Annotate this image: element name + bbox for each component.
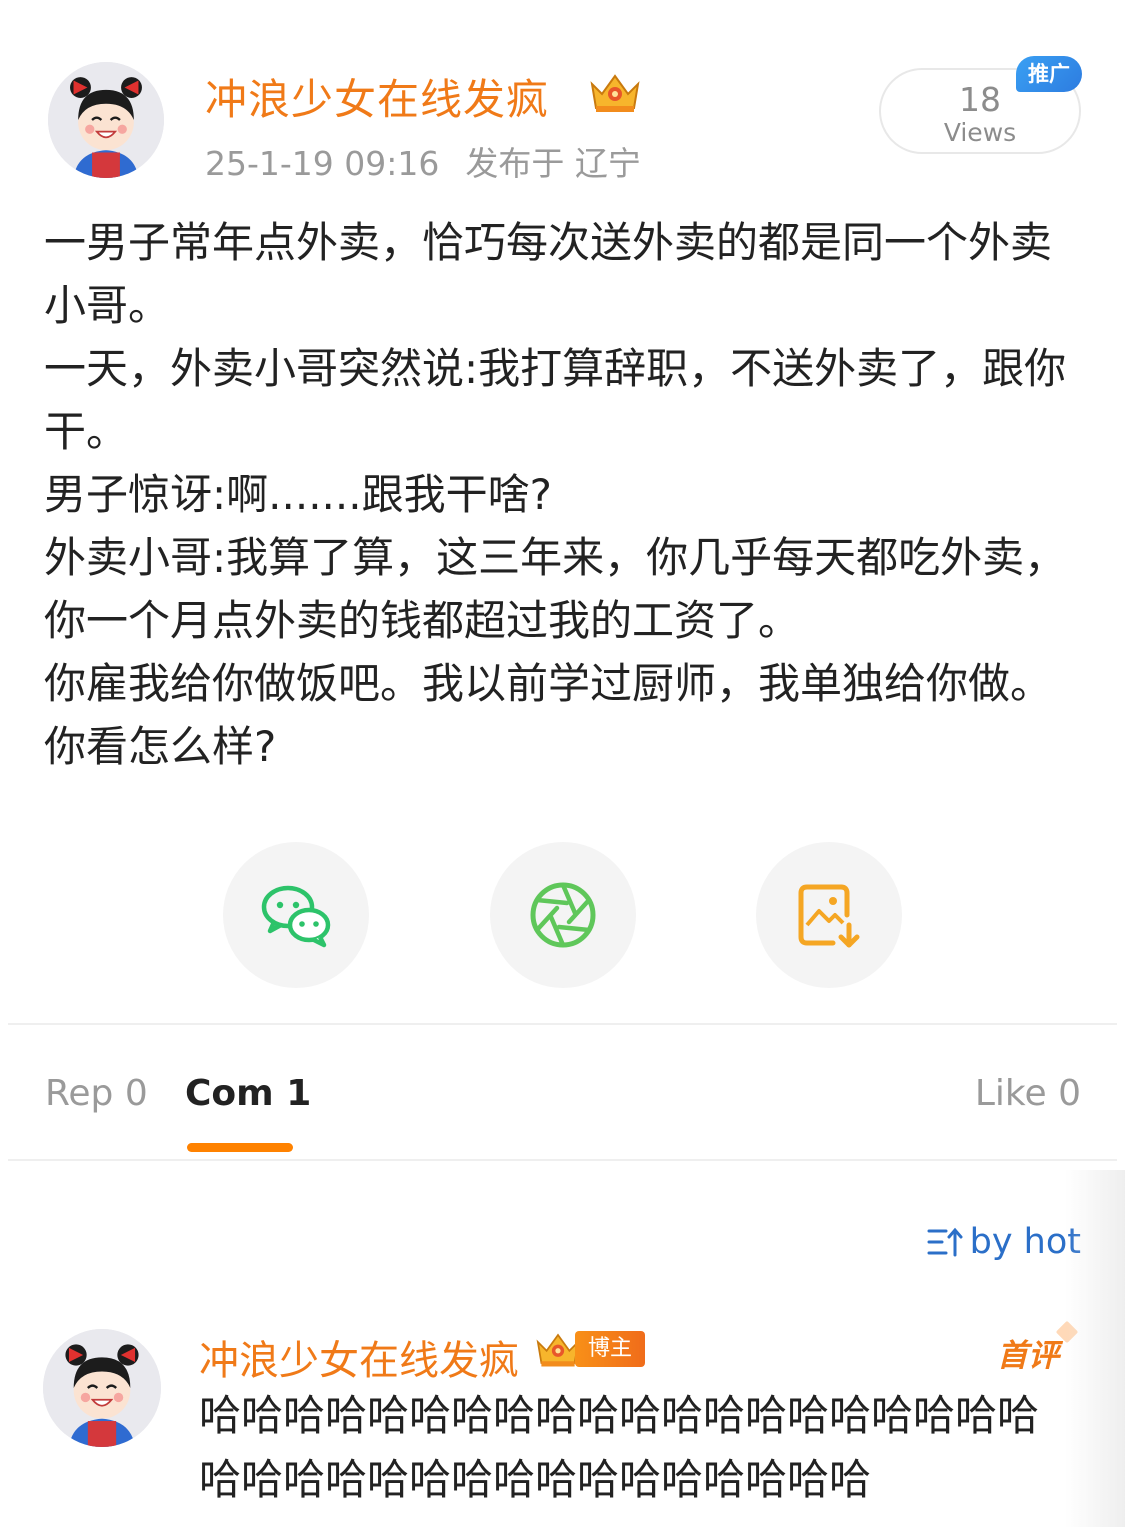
blogger-badge: 博主	[575, 1331, 645, 1367]
author-name[interactable]: 冲浪少女在线发疯	[205, 66, 549, 127]
post-location: 发布于 辽宁	[465, 144, 641, 183]
post-paragraph: 一男子常年点外卖，恰巧每次送外卖的都是同一个外卖小哥。	[44, 218, 1053, 330]
share-moments-button[interactable]	[490, 842, 636, 988]
moments-icon	[530, 882, 596, 948]
active-tab-indicator	[187, 1143, 293, 1152]
edge-shadow	[1065, 1170, 1125, 1527]
tab-reposts[interactable]: Rep 0	[45, 1073, 148, 1114]
avatar-illustration	[43, 1329, 161, 1447]
post-paragraph: 你雇我给你做饭吧。我以前学过厨师，我单独给你做。你看怎么样?	[44, 659, 1053, 771]
post-timestamp: 25-1-19 09:16	[205, 144, 440, 183]
post-paragraph: 外卖小哥:我算了算，这三年来，你几乎每天都吃外卖，你一个月点外卖的钱都超过我的工…	[44, 533, 1067, 645]
avatar-illustration	[48, 62, 164, 178]
tab-comments[interactable]: Com 1	[185, 1073, 311, 1114]
divider	[8, 1159, 1117, 1161]
post-paragraph: 一天，外卖小哥突然说:我打算辞职，不送外卖了，跟你干。	[44, 344, 1067, 456]
sort-by-hot-button[interactable]: by hot	[926, 1222, 1081, 1262]
comment-text[interactable]: 哈哈哈哈哈哈哈哈哈哈哈哈哈哈哈哈哈哈哈哈哈哈哈哈哈哈哈哈哈哈哈哈哈哈哈哈	[199, 1384, 1079, 1512]
sort-icon	[927, 1227, 963, 1257]
commenter-name[interactable]: 冲浪少女在线发疯	[199, 1328, 519, 1386]
share-wechat-button[interactable]	[223, 842, 369, 988]
post-meta: 25-1-19 09:16 发布于 辽宁	[205, 137, 641, 185]
crown-icon	[590, 74, 640, 112]
save-image-icon	[798, 884, 860, 948]
first-comment-tag: 首评	[997, 1330, 1059, 1375]
weibo-post-page: 冲浪少女在线发疯 25-1-19 09:16 发布于 辽宁 18 Views 推广…	[0, 0, 1125, 1527]
save-image-button[interactable]	[756, 842, 902, 988]
tab-likes[interactable]: Like 0	[975, 1073, 1081, 1114]
post-paragraph: 男子惊讶:啊.......跟我干啥?	[44, 470, 552, 519]
views-label: Views	[943, 118, 1017, 147]
promo-tag[interactable]: 推广	[1016, 56, 1082, 92]
divider	[8, 1023, 1117, 1025]
wechat-icon	[261, 885, 331, 948]
author-avatar[interactable]	[48, 62, 164, 178]
commenter-avatar[interactable]	[43, 1329, 161, 1447]
post-body: 一男子常年点外卖，恰巧每次送外卖的都是同一个外卖小哥。 一天，外卖小哥突然说:我…	[44, 211, 1089, 778]
